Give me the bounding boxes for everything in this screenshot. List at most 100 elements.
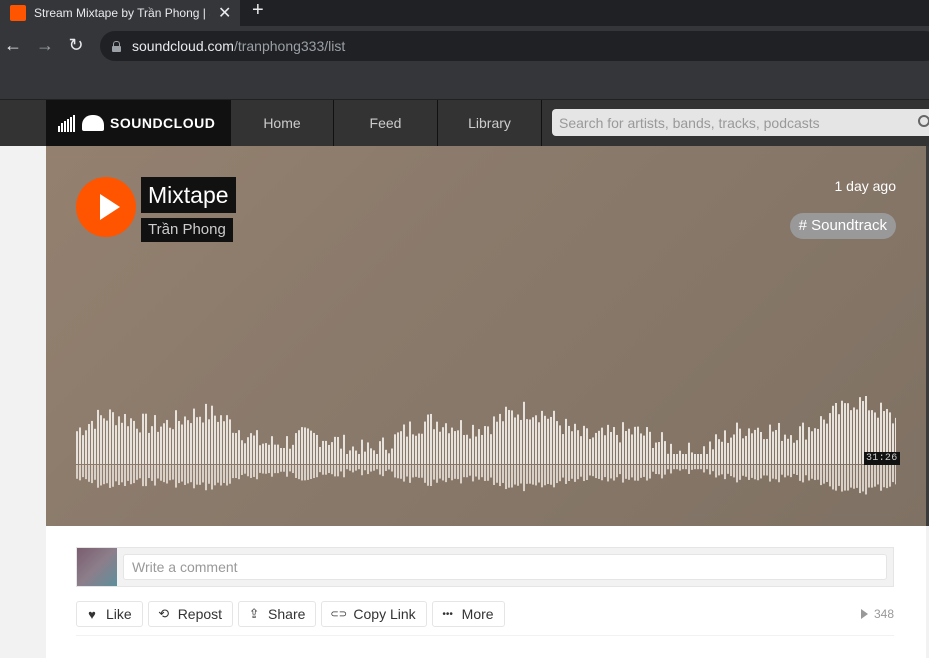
back-arrow-icon[interactable]: ← (3, 35, 23, 55)
nav-feed[interactable]: Feed (334, 100, 438, 146)
waveform-reflection (748, 465, 750, 480)
waveform-bar (541, 410, 543, 464)
waveform-bar (520, 419, 522, 464)
waveform-bar (262, 443, 264, 464)
waveform-bar (487, 426, 489, 464)
forward-arrow-icon[interactable]: → (35, 35, 55, 55)
waveform-reflection (358, 465, 360, 470)
soundcloud-logo-icon (58, 114, 76, 132)
waveform-reflection (430, 465, 432, 487)
waveform-reflection (451, 465, 453, 481)
soundcloud-logo[interactable]: SOUNDCLOUD (46, 100, 230, 146)
waveform-reflection (475, 465, 477, 477)
waveform-reflection (838, 465, 840, 486)
waveform-reflection (718, 465, 720, 476)
waveform-bar (385, 449, 387, 464)
waveform-bar (271, 436, 273, 464)
waveform-reflection (208, 465, 210, 484)
waveform-reflection (628, 465, 630, 480)
waveform-reflection (301, 465, 303, 481)
track-artist[interactable]: Trần Phong (141, 218, 233, 242)
waveform-reflection (589, 465, 591, 476)
repost-button[interactable]: ⟲ Repost (147, 601, 234, 627)
waveform-bar (646, 427, 648, 464)
waveform-reflection (820, 465, 822, 486)
waveform-bar (430, 413, 432, 464)
waveform-reflection (85, 465, 87, 480)
waveform-bar (91, 420, 93, 464)
close-tab-icon[interactable]: ✕ (218, 3, 231, 23)
waveform-bar (175, 410, 177, 464)
waveform-bar (85, 430, 87, 464)
reload-icon[interactable]: ↻ (66, 35, 86, 55)
waveform-bar (694, 454, 696, 464)
waveform-reflection (688, 465, 690, 474)
heart-icon: ♥ (88, 606, 96, 622)
waveform[interactable] (76, 396, 896, 496)
waveform-reflection (511, 465, 513, 488)
waveform-bar (544, 415, 546, 464)
waveform-bar (535, 415, 537, 464)
waveform-bar (727, 442, 729, 464)
waveform-bar (406, 436, 408, 464)
comment-input[interactable] (123, 554, 887, 580)
new-tab-icon[interactable]: + (252, 0, 264, 20)
address-bar[interactable]: soundcloud.com/tranphong333/list (100, 31, 929, 61)
waveform-bar (529, 419, 531, 464)
waveform-bar (532, 417, 534, 464)
waveform-reflection (370, 465, 372, 472)
waveform-bar (109, 409, 111, 464)
waveform-bar (802, 422, 804, 464)
waveform-bar (556, 421, 558, 464)
waveform-reflection (367, 465, 369, 475)
waveform-bar (274, 444, 276, 464)
waveform-bar (79, 427, 81, 464)
waveform-bar (736, 422, 738, 464)
waveform-bar (526, 419, 528, 464)
waveform-bar (589, 439, 591, 464)
waveform-bar (388, 453, 390, 464)
browser-tab[interactable]: Stream Mixtape by Trần Phong | S ✕ (0, 0, 240, 26)
nav-home[interactable]: Home (230, 100, 334, 146)
search-input[interactable] (552, 109, 912, 136)
waveform-bar (376, 454, 378, 464)
waveform-reflection (583, 465, 585, 482)
waveform-reflection (277, 465, 279, 474)
waveform-reflection (421, 465, 423, 478)
waveform-bar (193, 408, 195, 464)
waveform-bar (796, 440, 798, 464)
waveform-reflection (826, 465, 828, 482)
waveform-reflection (250, 465, 252, 478)
waveform-reflection (640, 465, 642, 478)
copy-link-button[interactable]: ⊂⊃ Copy Link (321, 601, 427, 627)
waveform-reflection (406, 465, 408, 477)
waveform-reflection (760, 465, 762, 479)
waveform-bar (751, 433, 753, 464)
waveform-reflection (409, 465, 411, 483)
waveform-bar (835, 402, 837, 464)
nav-library[interactable]: Library (438, 100, 542, 146)
play-button[interactable] (76, 177, 136, 237)
waveform-bar (670, 443, 672, 464)
waveform-reflection (148, 465, 150, 479)
page-gutter (0, 146, 46, 658)
waveform-reflection (397, 465, 399, 479)
waveform-bar (649, 431, 651, 464)
like-button[interactable]: ♥ Like (76, 601, 143, 627)
more-button[interactable]: ••• More (431, 601, 505, 627)
waveform-reflection (736, 465, 738, 483)
waveform-reflection (130, 465, 132, 485)
waveform-bar (142, 413, 144, 464)
share-button[interactable]: ⇪ Share (238, 601, 317, 627)
waveform-bar (355, 450, 357, 464)
waveform-bar (463, 435, 465, 464)
waveform-bar (124, 413, 126, 464)
waveform-reflection (271, 465, 273, 477)
waveform-bar (448, 433, 450, 464)
waveform-reflection (619, 465, 621, 475)
waveform-bar (313, 432, 315, 464)
genre-tag[interactable]: # Soundtrack (789, 213, 896, 239)
waveform-reflection (712, 465, 714, 472)
waveform-bar (613, 427, 615, 464)
search-icon[interactable] (918, 115, 929, 127)
